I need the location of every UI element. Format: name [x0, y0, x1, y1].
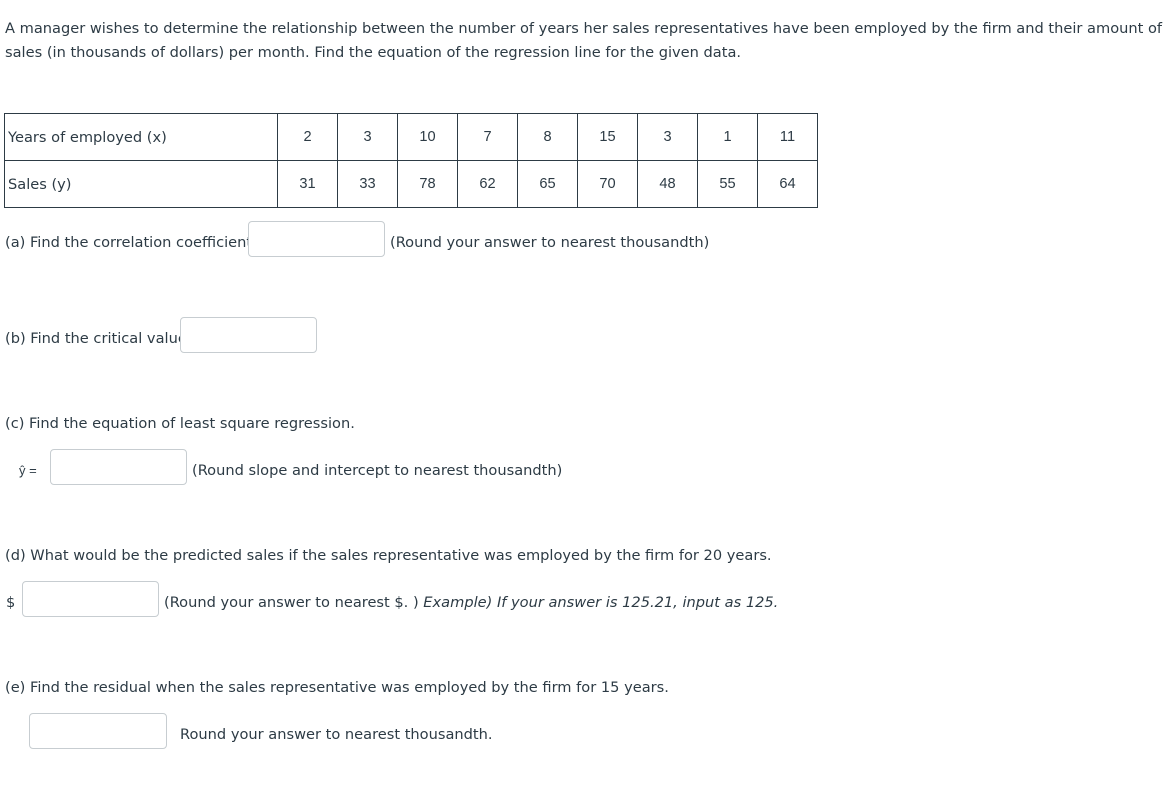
part-c-label: (c) Find the equation of least square re…: [5, 415, 355, 432]
table-cell: 1: [697, 113, 758, 161]
dollar-sign: $: [6, 594, 16, 611]
part-d-hint-example: Example) If your answer is 125.21, input…: [423, 594, 779, 611]
table-cell: 3: [637, 113, 698, 161]
table-cell: 33: [337, 160, 398, 208]
part-b-label: (b) Find the critical value: [5, 330, 187, 347]
part-e-label: (e) Find the residual when the sales rep…: [5, 679, 669, 696]
regression-equation-input[interactable]: [50, 449, 187, 485]
y-hat-label: ŷ =: [19, 463, 37, 478]
table-cell: 3: [337, 113, 398, 161]
data-table: Years of employed (x) 2 3 10 7 8 15 3 1 …: [4, 113, 818, 208]
table-cell: 15: [577, 113, 638, 161]
table-cell: 65: [517, 160, 578, 208]
critical-value-input[interactable]: [180, 317, 317, 353]
table-cell: 64: [757, 160, 818, 208]
table-row-years: Years of employed (x) 2 3 10 7 8 15 3 1 …: [4, 113, 818, 161]
question-intro: A manager wishes to determine the relati…: [5, 20, 1163, 61]
table-cell: 2: [277, 113, 338, 161]
row-header-sales: Sales (y): [4, 160, 278, 208]
part-d-hint: (Round your answer to nearest $. ) Examp…: [164, 594, 778, 611]
table-cell: 10: [397, 113, 458, 161]
part-e-hint: Round your answer to nearest thousandth.: [180, 726, 493, 743]
part-d-label: (d) What would be the predicted sales if…: [5, 547, 772, 564]
table-cell: 7: [457, 113, 518, 161]
table-cell: 8: [517, 113, 578, 161]
part-c-hint: (Round slope and intercept to nearest th…: [192, 462, 563, 479]
table-cell: 62: [457, 160, 518, 208]
table-cell: 78: [397, 160, 458, 208]
part-d-hint-plain: (Round your answer to nearest $. ): [164, 594, 424, 611]
part-a-hint: (Round your answer to nearest thousandth…: [390, 234, 710, 251]
table-cell: 11: [757, 113, 818, 161]
table-row-sales: Sales (y) 31 33 78 62 65 70 48 55 64: [4, 160, 818, 208]
row-header-years: Years of employed (x): [4, 113, 278, 161]
part-a-label: (a) Find the correlation coefficient: [5, 234, 253, 251]
predicted-sales-input[interactable]: [22, 581, 159, 617]
correlation-coefficient-input[interactable]: [248, 221, 385, 257]
residual-input[interactable]: [29, 713, 167, 749]
table-cell: 48: [637, 160, 698, 208]
table-cell: 55: [697, 160, 758, 208]
table-cell: 31: [277, 160, 338, 208]
table-cell: 70: [577, 160, 638, 208]
